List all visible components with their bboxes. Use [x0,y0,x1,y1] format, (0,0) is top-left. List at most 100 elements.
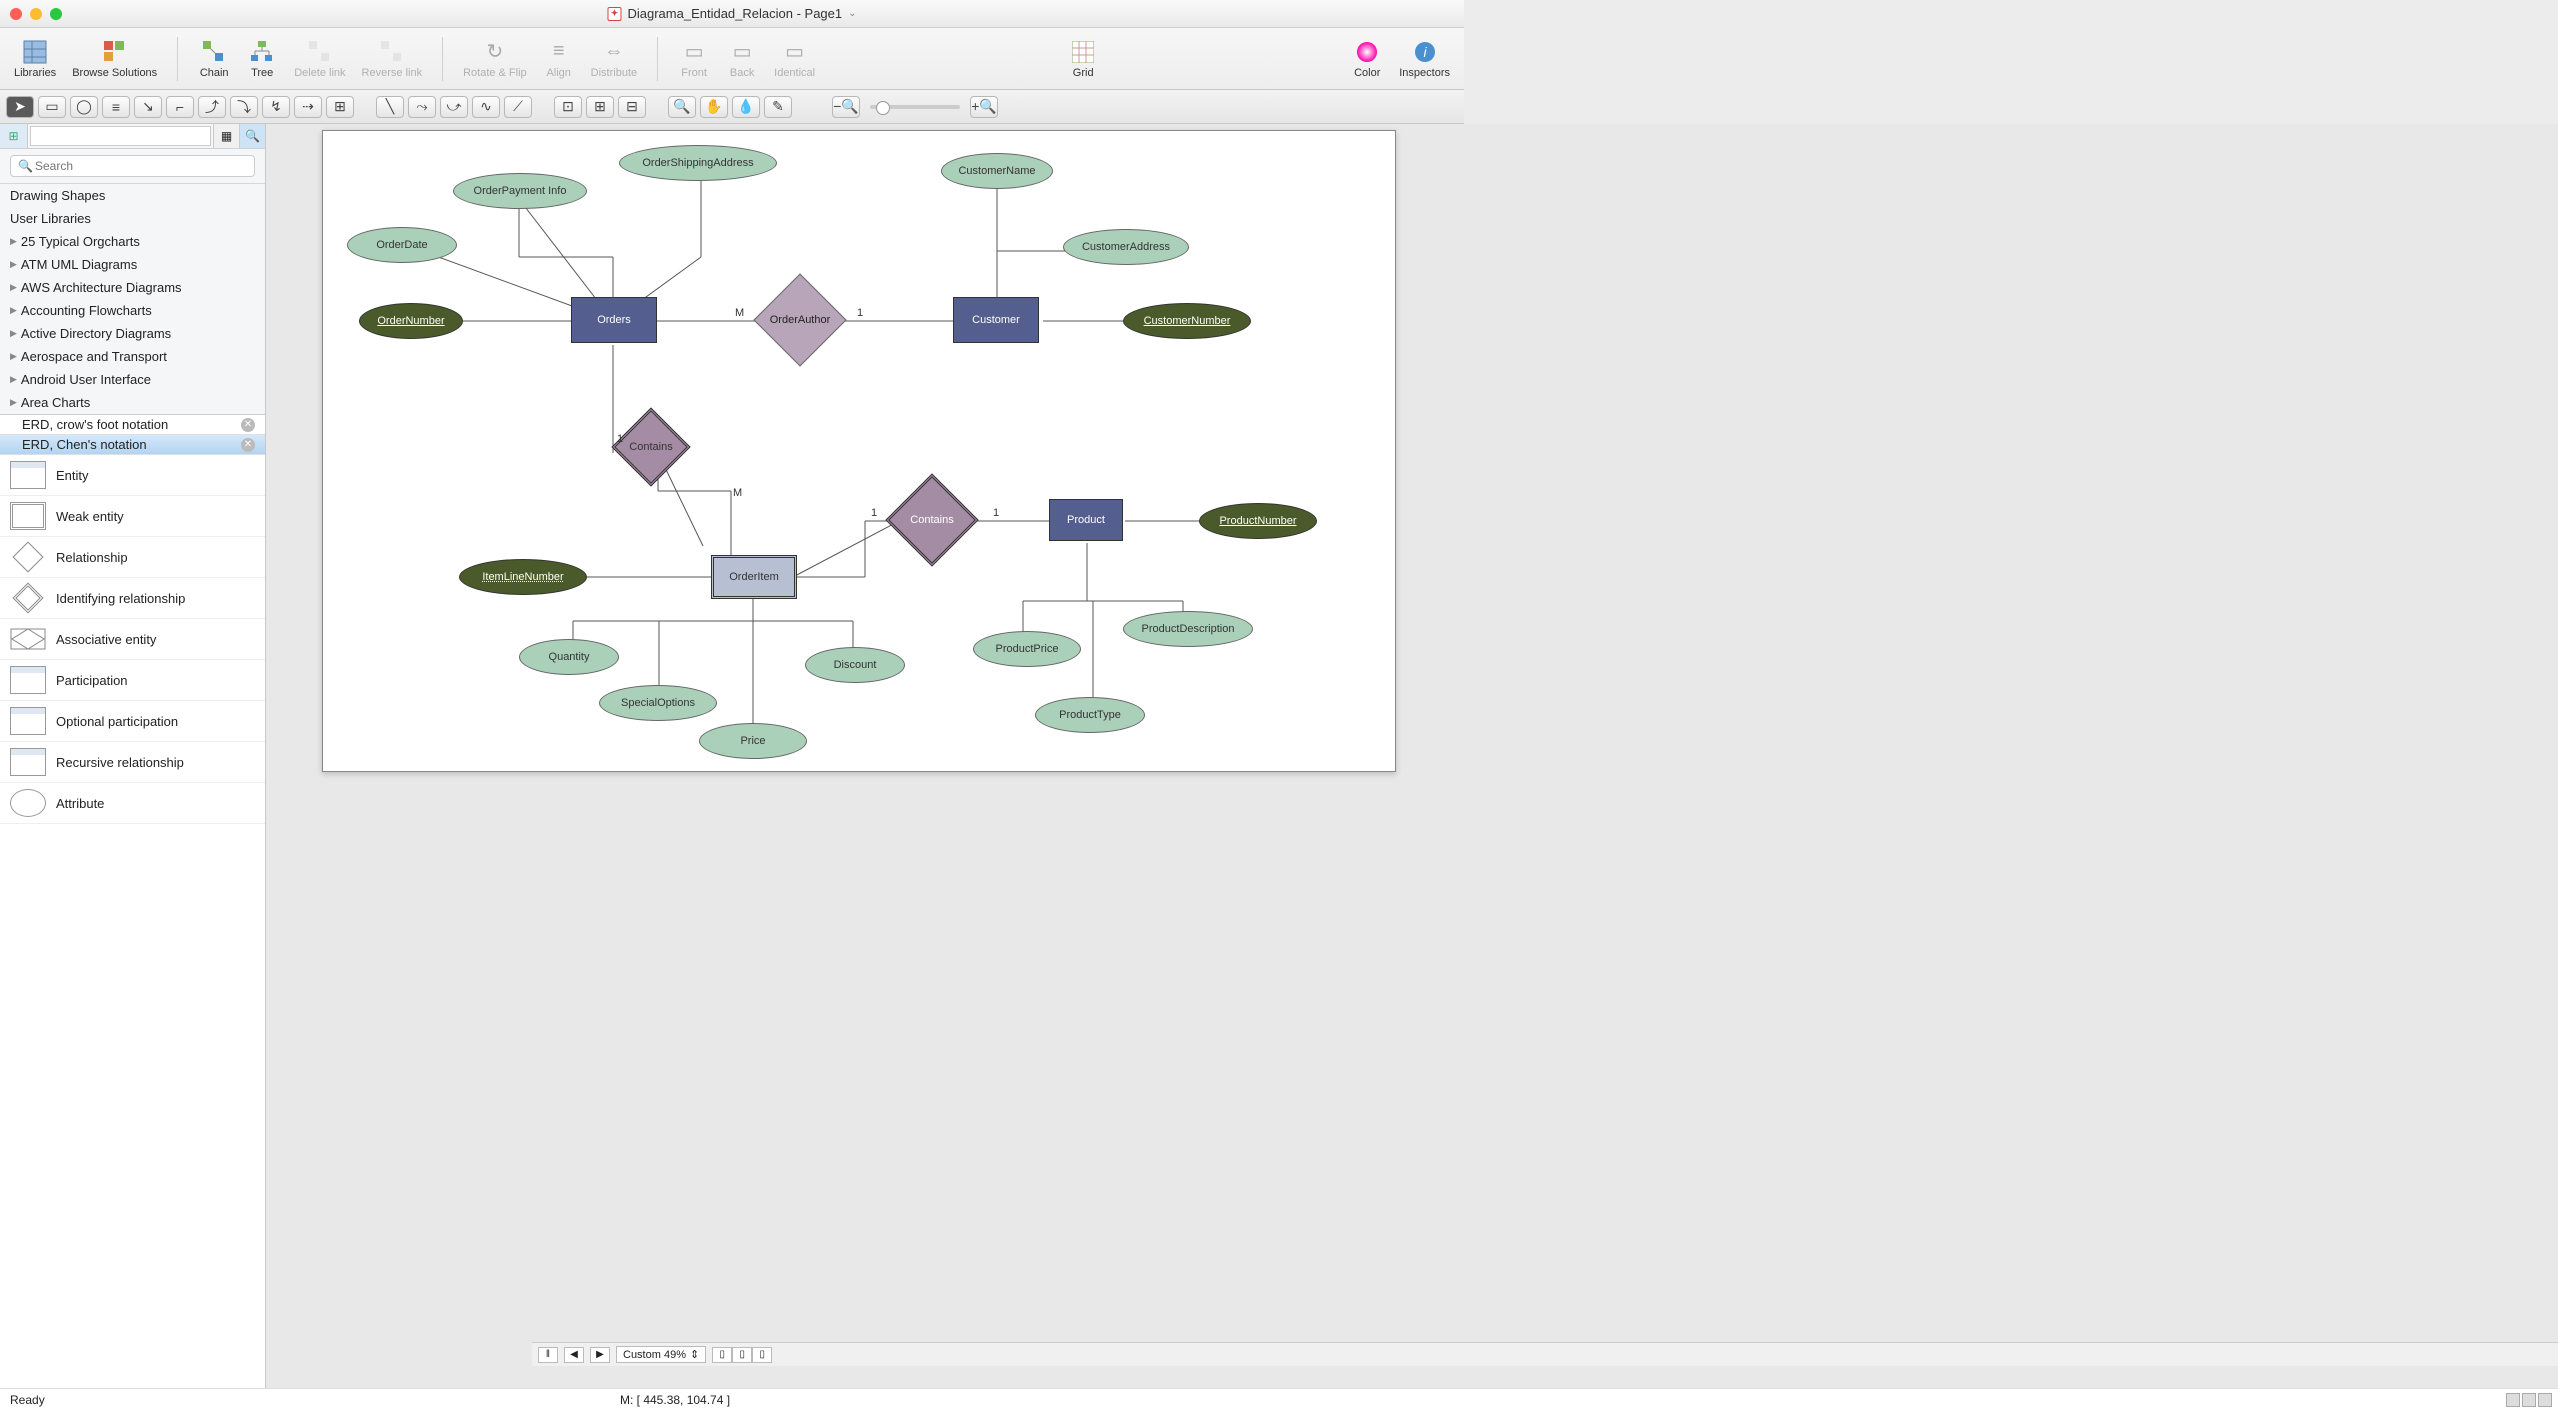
panel-mode-icon[interactable]: ⊞ [0,124,28,148]
search-input[interactable] [10,155,255,177]
panel-grid-icon[interactable]: ▦ [213,124,239,148]
attr-price[interactable]: Price [699,723,807,759]
attr-discount[interactable]: Discount [805,647,905,683]
category-item[interactable]: Drawing Shapes [0,184,265,207]
entity-orders[interactable]: Orders [571,297,657,343]
connector-tool-1[interactable]: ↘ [134,96,162,118]
attr-productdescription[interactable]: ProductDescription [1123,611,1253,647]
snap-tool-2[interactable]: ⊞ [586,96,614,118]
zoom-in-button[interactable]: +🔍 [970,96,998,118]
close-icon[interactable]: ✕ [241,438,255,452]
attr-customeraddress[interactable]: CustomerAddress [1063,229,1189,265]
category-item[interactable]: ▶Android User Interface [0,368,265,391]
status-icon[interactable] [2506,1393,2520,1407]
diagram-page[interactable]: Orders Customer OrderItem Product OrderA… [322,130,1396,772]
tree-button[interactable]: Tree [240,37,284,81]
attr-orderdate[interactable]: OrderDate [347,227,457,263]
category-item[interactable]: ▶Accounting Flowcharts [0,299,265,322]
stencil-identifying-relationship[interactable]: Identifying relationship [0,578,265,619]
category-item[interactable]: ▶Active Directory Diagrams [0,322,265,345]
status-icon[interactable] [2538,1393,2552,1407]
relationship-orderauthor[interactable]: OrderAuthor [767,287,833,353]
pencil-tool[interactable]: ✎ [764,96,792,118]
entity-orderitem[interactable]: OrderItem [711,555,797,599]
attr-quantity[interactable]: Quantity [519,639,619,675]
stencil-optional-participation[interactable]: Optional participation [0,701,265,742]
close-icon[interactable]: ✕ [241,418,255,432]
browse-solutions-button[interactable]: Browse Solutions [66,37,163,81]
stencil-entity[interactable]: Entity [0,455,265,496]
inspectors-button[interactable]: i Inspectors [1393,37,1456,81]
attr-productnumber[interactable]: ProductNumber [1199,503,1317,539]
stencil-relationship[interactable]: Relationship [0,537,265,578]
arc-tool[interactable]: ⤻ [440,96,468,118]
layout-1[interactable]: ▯ [712,1347,732,1363]
chain-button[interactable]: Chain [192,37,236,81]
next-page-button[interactable]: ▶ [590,1347,610,1363]
connector-tool-3[interactable]: ⤴ [198,96,226,118]
category-item[interactable]: ▶ATM UML Diagrams [0,253,265,276]
connector-tool-5[interactable]: ↯ [262,96,290,118]
zoom-icon[interactable] [50,8,62,20]
layout-3[interactable]: ▯ [752,1347,772,1363]
snap-tool-1[interactable]: ⊡ [554,96,582,118]
attr-customername[interactable]: CustomerName [941,153,1053,189]
pan-tool[interactable]: ✋ [700,96,728,118]
attr-productprice[interactable]: ProductPrice [973,631,1081,667]
ellipse-tool[interactable]: ◯ [70,96,98,118]
pointer-tool[interactable]: ➤ [6,96,34,118]
rect-tool[interactable]: ▭ [38,96,66,118]
connector-tool-7[interactable]: ⊞ [326,96,354,118]
connector-tool-6[interactable]: ⇢ [294,96,322,118]
attr-orderpayment[interactable]: OrderPayment Info [453,173,587,209]
grid-button[interactable]: Grid [1061,37,1105,81]
zoom-tool[interactable]: 🔍 [668,96,696,118]
grid-icon [1070,39,1096,65]
attr-ordernumber[interactable]: OrderNumber [359,303,463,339]
close-icon[interactable] [10,8,22,20]
layout-2[interactable]: ▯ [732,1347,752,1363]
stencil-recursive-relationship[interactable]: Recursive relationship [0,742,265,783]
line-tool[interactable]: ╲ [376,96,404,118]
connector-tool-2[interactable]: ⌐ [166,96,194,118]
text-tool[interactable]: ≡ [102,96,130,118]
category-item[interactable]: ▶AWS Architecture Diagrams [0,276,265,299]
curve-tool[interactable]: ⤳ [408,96,436,118]
attr-itemlinenumber[interactable]: ItemLineNumber [459,559,587,595]
panel-toggle[interactable]: ‖ [538,1347,558,1363]
category-item[interactable]: User Libraries [0,207,265,230]
snap-tool-3[interactable]: ⊟ [618,96,646,118]
zoom-slider[interactable] [870,105,960,109]
entity-product[interactable]: Product [1049,499,1123,541]
drop-tool[interactable]: 💧 [732,96,760,118]
attr-customernumber[interactable]: CustomerNumber [1123,303,1251,339]
chevron-down-icon[interactable]: ⌄ [848,8,856,19]
entity-customer[interactable]: Customer [953,297,1039,343]
attr-specialoptions[interactable]: SpecialOptions [599,685,717,721]
connector-tool-4[interactable]: ⤵ [230,96,258,118]
panel-search-icon[interactable]: 🔍 [239,124,265,148]
category-item[interactable]: ▶25 Typical Orgcharts [0,230,265,253]
bezier-tool[interactable]: ⟋ [504,96,532,118]
libraries-button[interactable]: Libraries [8,37,62,81]
spline-tool[interactable]: ∿ [472,96,500,118]
zoom-selector[interactable]: Custom 49%⇕ [616,1346,706,1363]
zoom-out-button[interactable]: −🔍 [832,96,860,118]
canvas-area[interactable]: Orders Customer OrderItem Product OrderA… [266,124,2558,1388]
relationship-contains-2[interactable]: Contains [899,487,965,553]
category-item[interactable]: ▶Aerospace and Transport [0,345,265,368]
stencil-weak-entity[interactable]: Weak entity [0,496,265,537]
minimize-icon[interactable] [30,8,42,20]
stencil-attribute[interactable]: Attribute [0,783,265,824]
stencil-associative-entity[interactable]: Associative entity [0,619,265,660]
color-button[interactable]: Color [1345,37,1389,81]
prev-page-button[interactable]: ◀ [564,1347,584,1363]
attr-ordershipping[interactable]: OrderShippingAddress [619,145,777,181]
category-item[interactable]: ▶Area Charts [0,391,265,414]
stencil-participation[interactable]: Participation [0,660,265,701]
library-tab-selected[interactable]: ERD, Chen's notation ✕ [0,435,265,455]
relationship-contains-1[interactable]: Contains [623,419,679,475]
library-tab[interactable]: ERD, crow's foot notation ✕ [0,415,265,435]
status-icon[interactable] [2522,1393,2536,1407]
attr-producttype[interactable]: ProductType [1035,697,1145,733]
